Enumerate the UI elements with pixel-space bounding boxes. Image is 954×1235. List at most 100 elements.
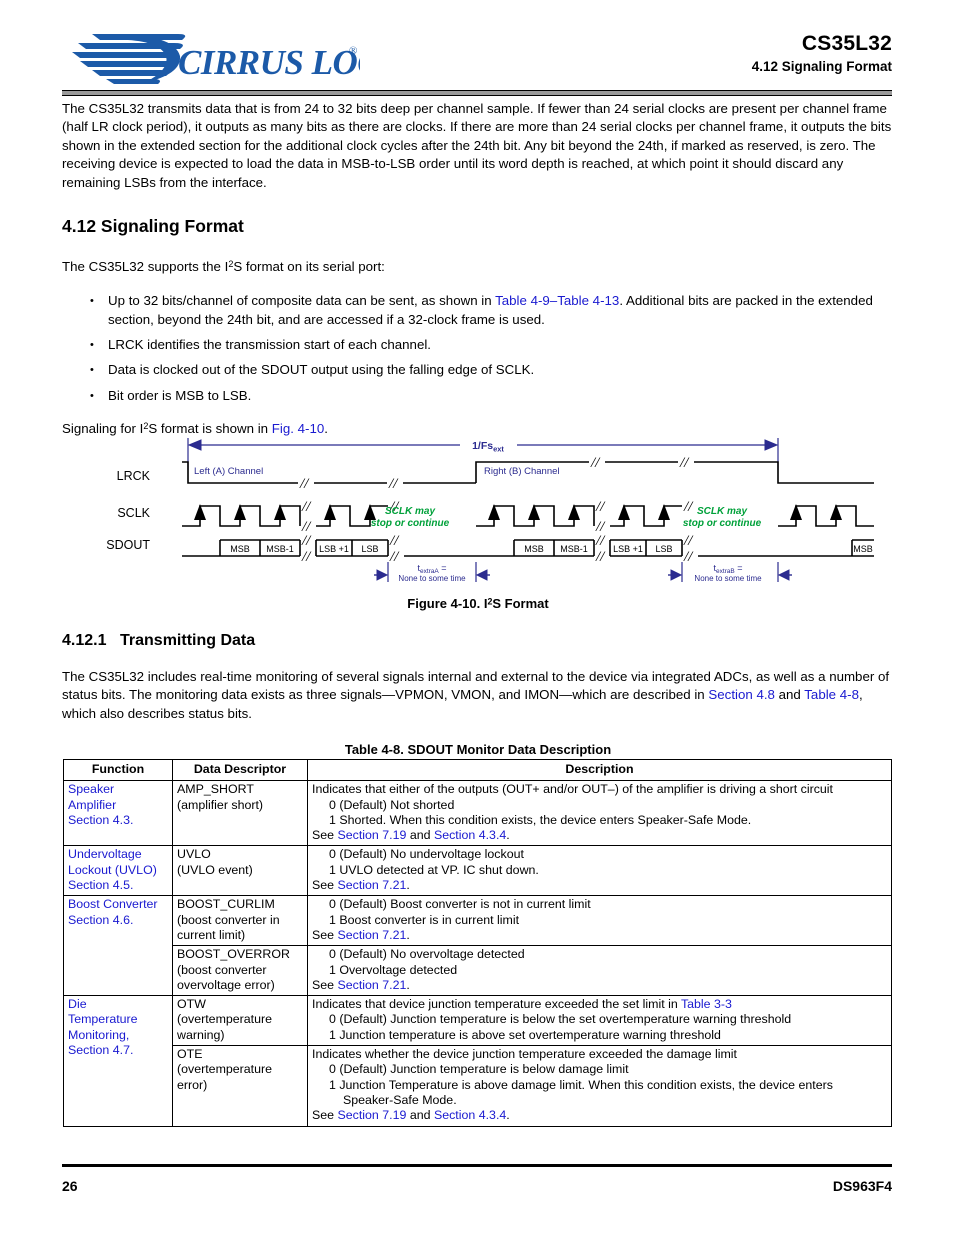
data-cell-msb: MSB (230, 544, 250, 554)
see-post: . (506, 1108, 510, 1123)
section-number: 4.12.1 (62, 632, 107, 649)
description-see-also: See Section 7.21. (312, 978, 887, 993)
cell-description: Indicates whether the device junction te… (307, 1045, 892, 1127)
table-title: Table 4-8. SDOUT Monitor Data Descriptio… (344, 742, 612, 757)
data-cell-msb-1: MSB-1 (560, 544, 588, 554)
sclk-note-line-2: stop or continue (371, 518, 450, 529)
logo-wordmark: CIRRUS LOGIC (178, 43, 360, 82)
table-row: Die Temperature Monitoring, Section 4.7.… (63, 995, 892, 1127)
link-section-7-21[interactable]: Section 7.21 (338, 978, 407, 992)
table-header-row: Function Data Descriptor Description (63, 758, 892, 782)
description-option: 1 Junction temperature is above set over… (329, 1027, 721, 1042)
link-section-4-3-4[interactable]: Section 4.3.4 (434, 1108, 506, 1122)
link-section-4-8[interactable]: Section 4.8 (708, 687, 775, 702)
function-link-section[interactable]: Section 4.7. (68, 1043, 168, 1058)
figure-caption-suffix: S Format (492, 596, 549, 611)
description-option: 1 Overvoltage detected (329, 962, 458, 977)
figure-caption-prefix: Figure 4-10. I (407, 596, 488, 611)
function-line[interactable]: Temperature (68, 1012, 168, 1027)
description-see-also: See Section 7.21. (312, 928, 887, 943)
list-item: LRCK identifies the transmission start o… (62, 336, 894, 355)
list-item: Bit order is MSB to LSB. (62, 387, 894, 406)
descriptor-expansion: (overtemperature (177, 1062, 273, 1077)
t-extra-a-sublabel: None to some time (398, 574, 466, 583)
link-section-7-19[interactable]: Section 7.19 (338, 828, 407, 842)
part-number: CS35L32 (801, 32, 892, 55)
cell-function: Die Temperature Monitoring, Section 4.7. (63, 995, 173, 1127)
see-mid: and (406, 828, 434, 843)
sclk-waveform (182, 505, 874, 527)
function-line[interactable]: Undervoltage (68, 847, 168, 862)
bullet-0-pre: Up to 32 bits/channel of composite data … (108, 293, 496, 309)
cell-description: 0 (Default) Boost converter is not in cu… (307, 895, 892, 947)
data-cell-lsb-plus-1: LSB +1 (319, 544, 349, 554)
descriptor-expansion-cont: warning) (177, 1027, 225, 1042)
svg-text://: // (389, 533, 400, 549)
description-see-also: See Section 7.19 and Section 4.3.4. (312, 1108, 887, 1123)
svg-text://: // (683, 549, 694, 565)
svg-text://: // (590, 455, 601, 471)
left-channel-label: Left (A) Channel (194, 466, 263, 477)
svg-text://: // (683, 533, 694, 549)
link-table-4-8[interactable]: Table 4-8 (804, 687, 859, 702)
function-line[interactable]: Die (68, 997, 168, 1012)
column-header-description: Description (307, 758, 892, 782)
link-table-4-13[interactable]: Table 4-13 (557, 293, 619, 308)
data-cell-lsb: LSB (361, 544, 378, 554)
description-option: 0 (Default) Boost converter is not in cu… (329, 897, 591, 912)
function-line[interactable]: Speaker (68, 782, 168, 797)
svg-text://: // (299, 476, 310, 492)
signaling-bullet-list: Up to 32 bits/channel of composite data … (62, 292, 894, 405)
header-section-ref: 4.12 Signaling Format (751, 59, 892, 74)
description-option: 1 UVLO detected at VP. IC shut down. (329, 862, 539, 877)
page-number: 26 (62, 1178, 78, 1194)
section-4-12-1-paragraph: The CS35L32 includes real-time monitorin… (62, 668, 894, 723)
descriptor-expansion: (boost converter in (177, 912, 280, 927)
cell-description: Indicates that device junction temperatu… (307, 995, 892, 1047)
function-line[interactable]: Amplifier (68, 798, 168, 813)
function-link-section[interactable]: Section 4.3. (68, 813, 168, 828)
function-link-section[interactable]: Section 4.5. (68, 878, 168, 893)
cirrus-logic-logo: CIRRUS LOGIC ® (70, 30, 360, 88)
link-section-7-21[interactable]: Section 7.21 (338, 878, 407, 892)
sclk-note-line-1: SCLK may (697, 506, 747, 517)
section-title: Transmitting Data (120, 632, 256, 649)
function-line[interactable]: Monitoring, (68, 1028, 168, 1043)
link-table-4-9[interactable]: Table 4-9 (495, 293, 550, 308)
see-prefix: See (312, 1108, 338, 1123)
list-item: Up to 32 bits/channel of composite data … (62, 292, 894, 329)
header-titles: CS35L32 4.12 Signaling Format (752, 32, 892, 76)
description-see-also: See Section 7.21. (312, 878, 887, 893)
cell-data-descriptor: BOOST_OVERROR (boost converter overvolta… (172, 945, 308, 997)
description-option: 0 (Default) No overvoltage detected (329, 947, 525, 962)
function-line[interactable]: Lockout (UVLO) (68, 863, 168, 878)
link-section-7-21[interactable]: Section 7.21 (338, 928, 407, 942)
see-post: . (406, 977, 410, 992)
descriptor-name: OTW (177, 997, 206, 1012)
link-section-7-19[interactable]: Section 7.19 (338, 1108, 407, 1122)
function-line[interactable]: Boost Converter (68, 897, 168, 912)
svg-text://: // (595, 549, 606, 565)
see-post: . (506, 828, 510, 843)
cell-description: Indicates that either of the outputs (OU… (307, 780, 892, 847)
descriptor-expansion: (amplifier short) (177, 797, 264, 812)
svg-text://: // (301, 549, 312, 565)
signal-label-sdout: SDOUT (106, 538, 150, 552)
description-lead: Indicates whether the device junction te… (312, 1047, 737, 1062)
timing-waveform-svg: LRCK SCLK SDOUT 1/Fsext // // // // Left… (106, 438, 874, 583)
description-option: 1 Boost converter is in current limit (329, 912, 520, 927)
descriptor-expansion: (boost converter (177, 962, 267, 977)
para-mid: and (774, 687, 805, 703)
bullet-1-text: LRCK identifies the transmission start o… (108, 337, 431, 353)
description-lead: Indicates that device junction temperatu… (312, 997, 887, 1012)
cell-function: Boost Converter Section 4.6. (63, 895, 173, 997)
column-header-function: Function (63, 758, 173, 782)
sdout-data-cells: MSB MSB-1 LSB +1 LSB MSB MSB-1 LSB +1 LS… (230, 544, 873, 554)
bullet-3-text: Bit order is MSB to LSB. (108, 387, 252, 403)
function-link-section[interactable]: Section 4.6. (68, 913, 168, 928)
description-lead: Indicates that either of the outputs (OU… (312, 782, 833, 797)
sclk-note-line-2: stop or continue (683, 518, 762, 529)
link-section-4-3-4[interactable]: Section 4.3.4 (434, 828, 506, 842)
link-table-3-3[interactable]: Table 3-3 (681, 997, 732, 1011)
figure-caption: Figure 4-10. I2S Format (62, 596, 894, 611)
